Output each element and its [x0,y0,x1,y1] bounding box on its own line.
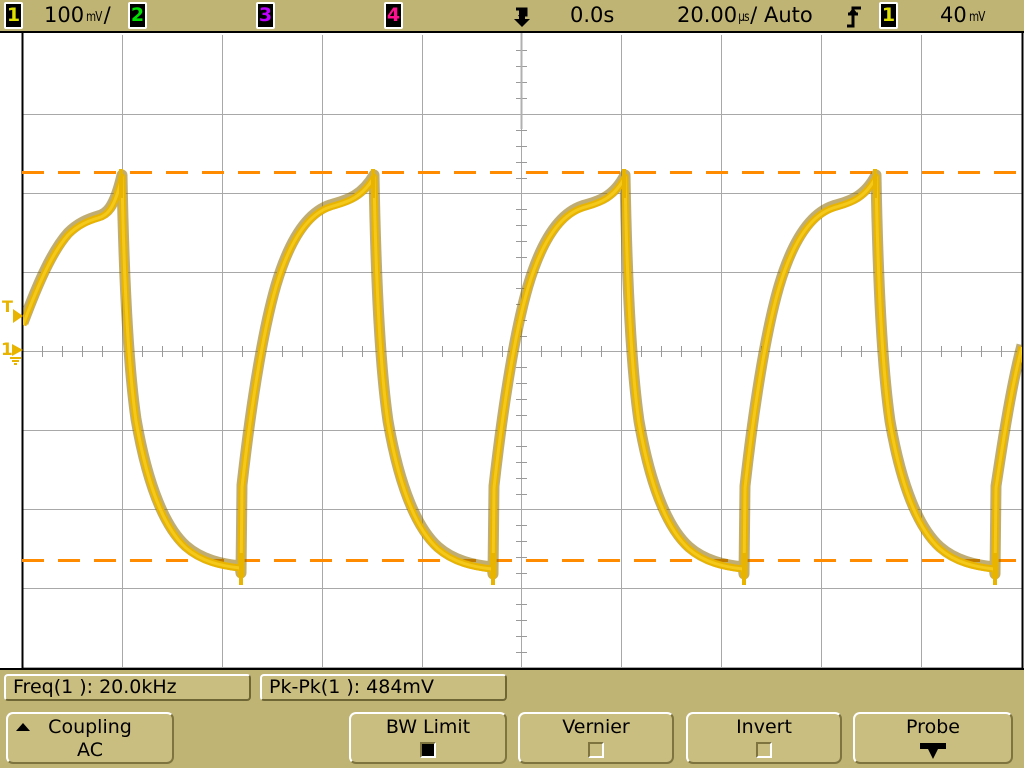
rising-edge-icon[interactable] [845,5,863,29]
softkey-probe-label: Probe [855,716,1011,739]
channel-1-scale-unit: mV [86,11,102,24]
softkey-bw-limit-label: BW Limit [351,716,505,739]
channel-1-trace [23,169,1022,585]
arrow-down-icon [916,740,950,762]
bw-limit-checkbox[interactable] [420,742,436,758]
trigger-level-value: 40 [940,3,967,27]
timebase-scale[interactable]: 20.00µs/ [677,3,757,28]
timebase-value: 20.00 [677,3,737,27]
measurement-pk-pk[interactable]: Pk-Pk(1 ): 484mV [260,674,507,701]
channel-1-scale[interactable]: 100mV/ [44,3,111,28]
channel-1-scale-value: 100 [44,3,84,27]
timebase-unit: µs [738,11,748,24]
arrow-up-icon [16,723,30,731]
softkey-coupling-label: Coupling [8,716,172,739]
oscilloscope-screen: 1 100mV/ 2 3 4 0.0s 20.00µs/ Auto 1 40mV [0,0,1024,768]
softkey-bw-limit[interactable]: BW Limit [349,712,507,764]
ground-reference-marker[interactable]: 1 [1,339,25,365]
channel-2-badge[interactable]: 2 [128,2,147,29]
channel-4-badge[interactable]: 4 [384,2,403,29]
softkey-probe[interactable]: Probe [853,712,1013,764]
softkey-invert[interactable]: Invert [686,712,842,764]
measurement-frequency[interactable]: Freq(1 ): 20.0kHz [4,674,251,701]
vernier-checkbox[interactable] [588,742,604,758]
waveform-display-area[interactable]: T 1 [0,33,1024,668]
softkey-menu: Coupling AC BW Limit Vernier Invert Prob… [0,705,1024,768]
trigger-level-unit: mV [969,11,985,24]
trigger-level[interactable]: 40mV [940,3,986,28]
svg-text:T: T [2,297,13,316]
softkey-coupling[interactable]: Coupling AC [6,712,174,764]
trigger-position-icon[interactable] [512,6,534,28]
top-status-bar: 1 100mV/ 2 3 4 0.0s 20.00µs/ Auto 1 40mV [0,0,1024,33]
trigger-level-marker[interactable]: T [1,297,25,323]
softkey-coupling-value: AC [8,739,172,761]
graticule-center-axes [22,35,1022,667]
timebase-suffix: / [750,3,757,27]
channel-1-badge[interactable]: 1 [4,2,23,29]
trigger-source-badge[interactable]: 1 [879,2,898,29]
invert-checkbox[interactable] [756,742,772,758]
sweep-mode[interactable]: Auto [764,3,813,28]
channel-1-scale-suffix: / [104,3,111,27]
softkey-invert-label: Invert [688,716,840,739]
graticule-and-trace [0,33,1024,668]
trigger-delay[interactable]: 0.0s [570,3,614,28]
softkey-vernier-label: Vernier [520,716,672,739]
channel-3-badge[interactable]: 3 [256,2,275,29]
softkey-vernier[interactable]: Vernier [518,712,674,764]
measurement-bar: Freq(1 ): 20.0kHz Pk-Pk(1 ): 484mV [0,668,1024,705]
